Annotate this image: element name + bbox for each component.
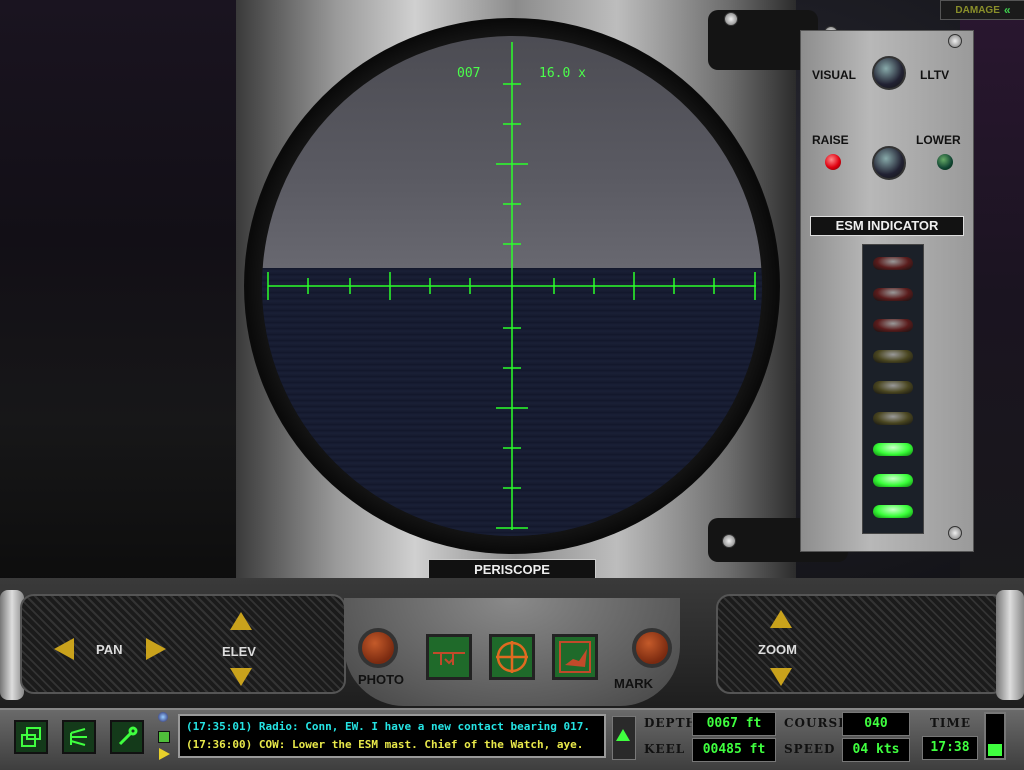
damage-tab-label: DAMAGE	[955, 4, 1000, 16]
message-filter-blue-icon[interactable]	[158, 712, 168, 722]
lower-label: LOWER	[916, 133, 961, 147]
esm-led	[873, 443, 913, 456]
zoom-label: ZOOM	[758, 642, 797, 657]
raise-lower-switch[interactable]	[872, 146, 906, 180]
raise-indicator-lamp	[825, 154, 841, 170]
elev-up-icon[interactable]	[230, 612, 252, 630]
mark-label: MARK	[614, 676, 653, 691]
targeting-button[interactable]	[489, 634, 535, 680]
lltv-label: LLTV	[920, 68, 950, 82]
photo-label: PHOTO	[358, 672, 404, 687]
speed-label: SPEED	[784, 742, 836, 756]
scroll-up-icon[interactable]	[616, 729, 630, 741]
message-log: (17:35:01) Radio: Conn, EW. I have a new…	[178, 714, 606, 758]
time-compression-gauge[interactable]	[984, 712, 1006, 760]
photo-button[interactable]	[358, 628, 398, 668]
elev-label: ELEV	[222, 644, 256, 659]
message-play-icon[interactable]	[159, 748, 170, 760]
esm-led	[873, 257, 913, 270]
sonar-icon	[70, 728, 87, 746]
right-grip-cap	[996, 590, 1024, 700]
depth-label: DEPTH	[644, 716, 698, 730]
periscope-mode-icon	[433, 652, 465, 665]
message-line: (17:36:00) COW: Lower the ESM mast. Chie…	[186, 738, 584, 751]
screw-icon	[722, 534, 736, 548]
time-compression-fill	[988, 744, 1002, 756]
esm-led	[873, 412, 913, 425]
zoom-out-icon[interactable]	[770, 668, 792, 686]
esm-indicator	[862, 244, 924, 534]
depth-readout: 0067 ft	[692, 712, 776, 736]
zoom-in-icon[interactable]	[770, 610, 792, 628]
course-label: COURSE	[784, 716, 849, 730]
keel-readout: 00485 ft	[692, 738, 776, 762]
message-filter-green-icon[interactable]	[158, 731, 170, 743]
time-label: TIME	[930, 716, 971, 730]
visual-label: VISUAL	[812, 68, 857, 82]
damage-tab[interactable]: DAMAGE «	[940, 0, 1024, 20]
map-button[interactable]	[552, 634, 598, 680]
periscope-reticle	[267, 42, 756, 530]
screw-icon	[948, 526, 962, 540]
periscope-mode-button[interactable]	[426, 634, 472, 680]
esm-led	[873, 319, 913, 332]
esm-indicator-label: ESM INDICATOR	[810, 216, 964, 236]
periscope-view[interactable]	[262, 36, 762, 536]
map-icon	[559, 641, 591, 673]
pan-right-icon[interactable]	[146, 638, 166, 660]
wrench-icon	[118, 726, 138, 746]
pan-label: PAN	[96, 642, 123, 657]
scope-zoom-readout: 16.0 x	[539, 66, 586, 81]
esm-led	[873, 381, 913, 394]
esm-led	[873, 288, 913, 301]
time-readout: 17:38	[922, 736, 978, 760]
scope-bearing-readout: 007	[457, 66, 481, 81]
lower-indicator-lamp	[937, 154, 953, 170]
mark-button[interactable]	[632, 628, 672, 668]
left-equipment-background	[0, 0, 236, 600]
esm-led	[873, 505, 913, 518]
crosshair-icon	[496, 641, 528, 673]
double-chevron-left-icon: «	[1003, 3, 1011, 17]
sonar-button[interactable]	[62, 720, 96, 754]
windows-icon	[21, 727, 41, 747]
speed-readout[interactable]: 04 kts	[842, 738, 910, 762]
esm-led	[873, 350, 913, 363]
screw-icon	[948, 34, 962, 48]
esm-led	[873, 474, 913, 487]
windows-button[interactable]	[14, 720, 48, 754]
course-readout[interactable]: 040	[842, 712, 910, 736]
visual-lltv-switch[interactable]	[872, 56, 906, 90]
tools-button[interactable]	[110, 720, 144, 754]
keel-label: KEEL	[644, 742, 686, 756]
pan-left-icon[interactable]	[54, 638, 74, 660]
screw-icon	[724, 12, 738, 26]
raise-label: RAISE	[812, 133, 849, 147]
message-line: (17:35:01) Radio: Conn, EW. I have a new…	[186, 720, 590, 733]
elev-down-icon[interactable]	[230, 668, 252, 686]
